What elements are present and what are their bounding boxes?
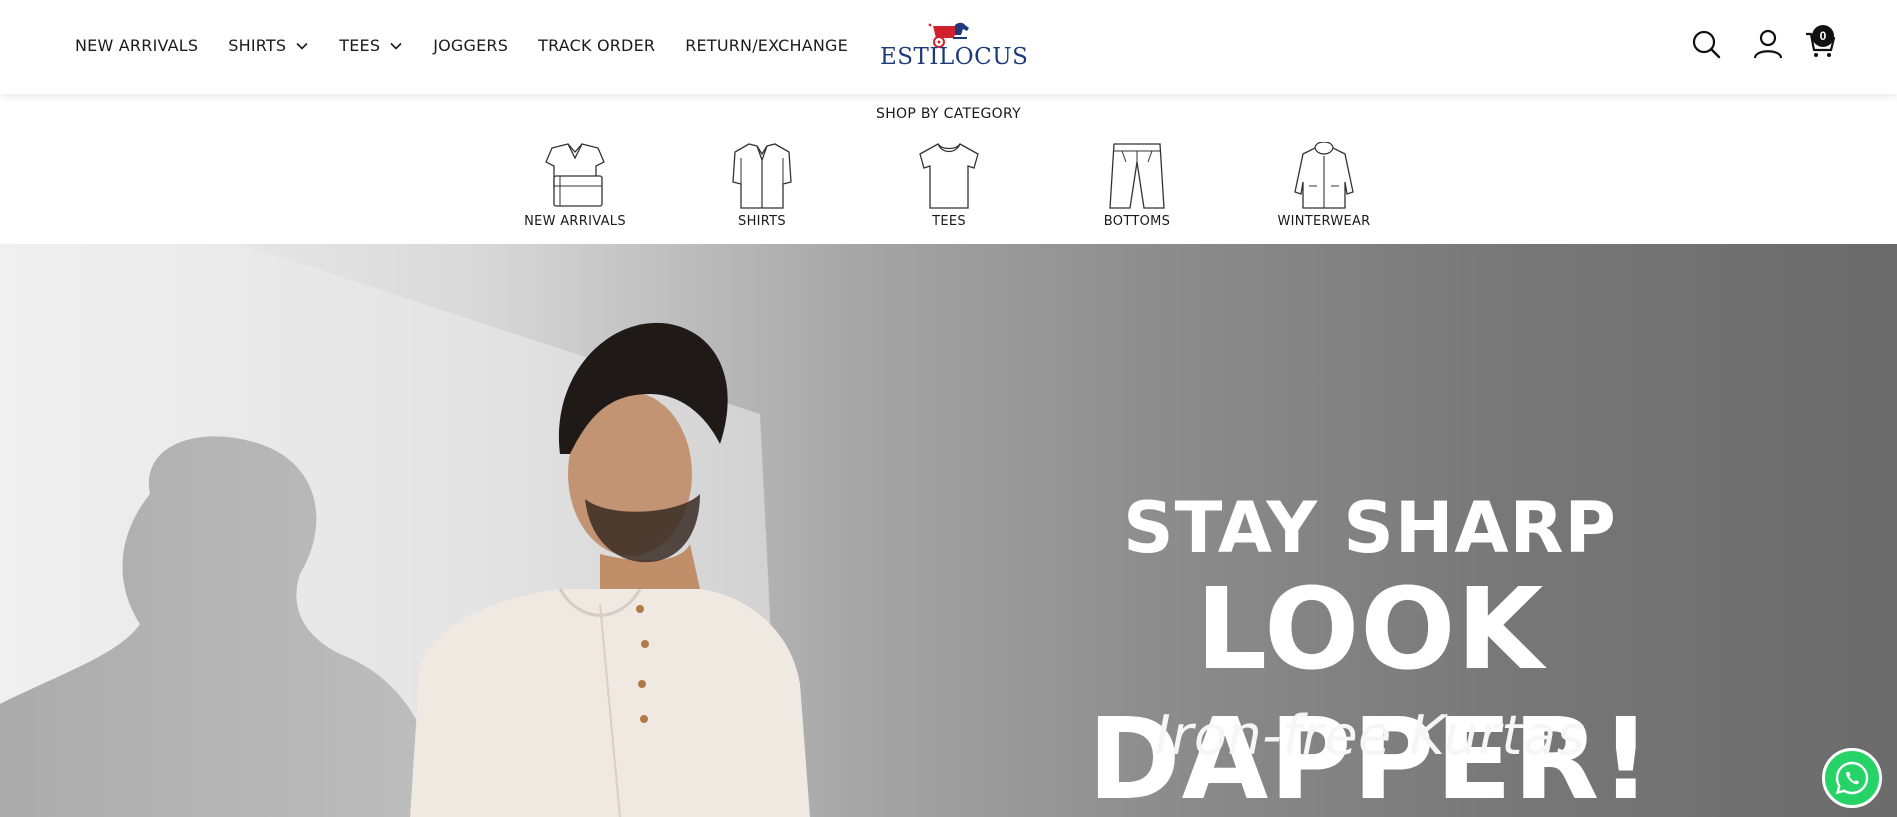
site-logo[interactable]: ESTILOCUS: [880, 20, 1029, 72]
folded-shirt-icon: [545, 143, 605, 207]
nav-label: RETURN/EXCHANGE: [685, 36, 848, 55]
hero-subtitle: Iron-free Kurtas: [1154, 704, 1586, 767]
whatsapp-chat-button[interactable]: [1822, 748, 1882, 808]
nav-label: TEES: [339, 36, 381, 55]
category-label: NEW ARRIVALS: [524, 214, 626, 229]
nav-return-exchange[interactable]: RETURN/EXCHANGE: [685, 36, 848, 55]
whatsapp-icon: [1835, 761, 1869, 795]
nav-shirts[interactable]: SHIRTS: [228, 36, 309, 55]
category-label: TEES: [932, 214, 966, 229]
nav-new-arrivals[interactable]: NEW ARRIVALS: [75, 36, 198, 55]
hero-banner[interactable]: STAY SHARP LOOK DAPPER! Iron-free Kurtas: [0, 244, 1897, 817]
category-label: WINTERWEAR: [1277, 214, 1371, 229]
shirt-icon: [732, 143, 792, 209]
nav-label: TRACK ORDER: [538, 36, 656, 55]
main-nav: NEW ARRIVALS SHIRTS TEES JOGGERS TRACK O…: [75, 36, 878, 55]
search-icon[interactable]: [1690, 28, 1722, 60]
category-winterwear[interactable]: WINTERWEAR: [1254, 142, 1394, 229]
nav-label: NEW ARRIVALS: [75, 36, 199, 55]
category-label: SHIRTS: [738, 214, 786, 229]
nav-tees[interactable]: TEES: [339, 36, 403, 55]
nav-label: SHIRTS: [228, 36, 287, 55]
trousers-icon: [1109, 143, 1165, 209]
nav-joggers[interactable]: JOGGERS: [433, 36, 508, 55]
jacket-icon: [1294, 142, 1354, 209]
category-strip: SHOP BY CATEGORY NEW ARRIVALS SHIRTS TEE…: [0, 94, 1897, 244]
category-shirts[interactable]: SHIRTS: [692, 142, 832, 229]
site-header: NEW ARRIVALS SHIRTS TEES JOGGERS TRACK O…: [0, 0, 1897, 94]
hero-headline-2: LOOK DAPPER!: [1087, 565, 1653, 817]
category-label: BOTTOMS: [1103, 214, 1171, 229]
nav-label: JOGGERS: [433, 36, 509, 55]
category-tees[interactable]: TEES: [879, 142, 1019, 229]
cart-count-badge: 0: [1812, 25, 1834, 47]
logo-text: ESTILOCUS: [880, 44, 1029, 70]
category-heading: SHOP BY CATEGORY: [876, 106, 1021, 122]
category-new-arrivals[interactable]: NEW ARRIVALS: [505, 142, 645, 229]
hero-headline-1: STAY SHARP: [1123, 487, 1617, 569]
nav-track-order[interactable]: TRACK ORDER: [538, 36, 655, 55]
chevron-down-icon: [296, 42, 308, 50]
chevron-down-icon: [390, 42, 402, 50]
category-bottoms[interactable]: BOTTOMS: [1067, 142, 1207, 229]
account-icon[interactable]: [1752, 28, 1784, 60]
tshirt-icon: [919, 143, 979, 209]
